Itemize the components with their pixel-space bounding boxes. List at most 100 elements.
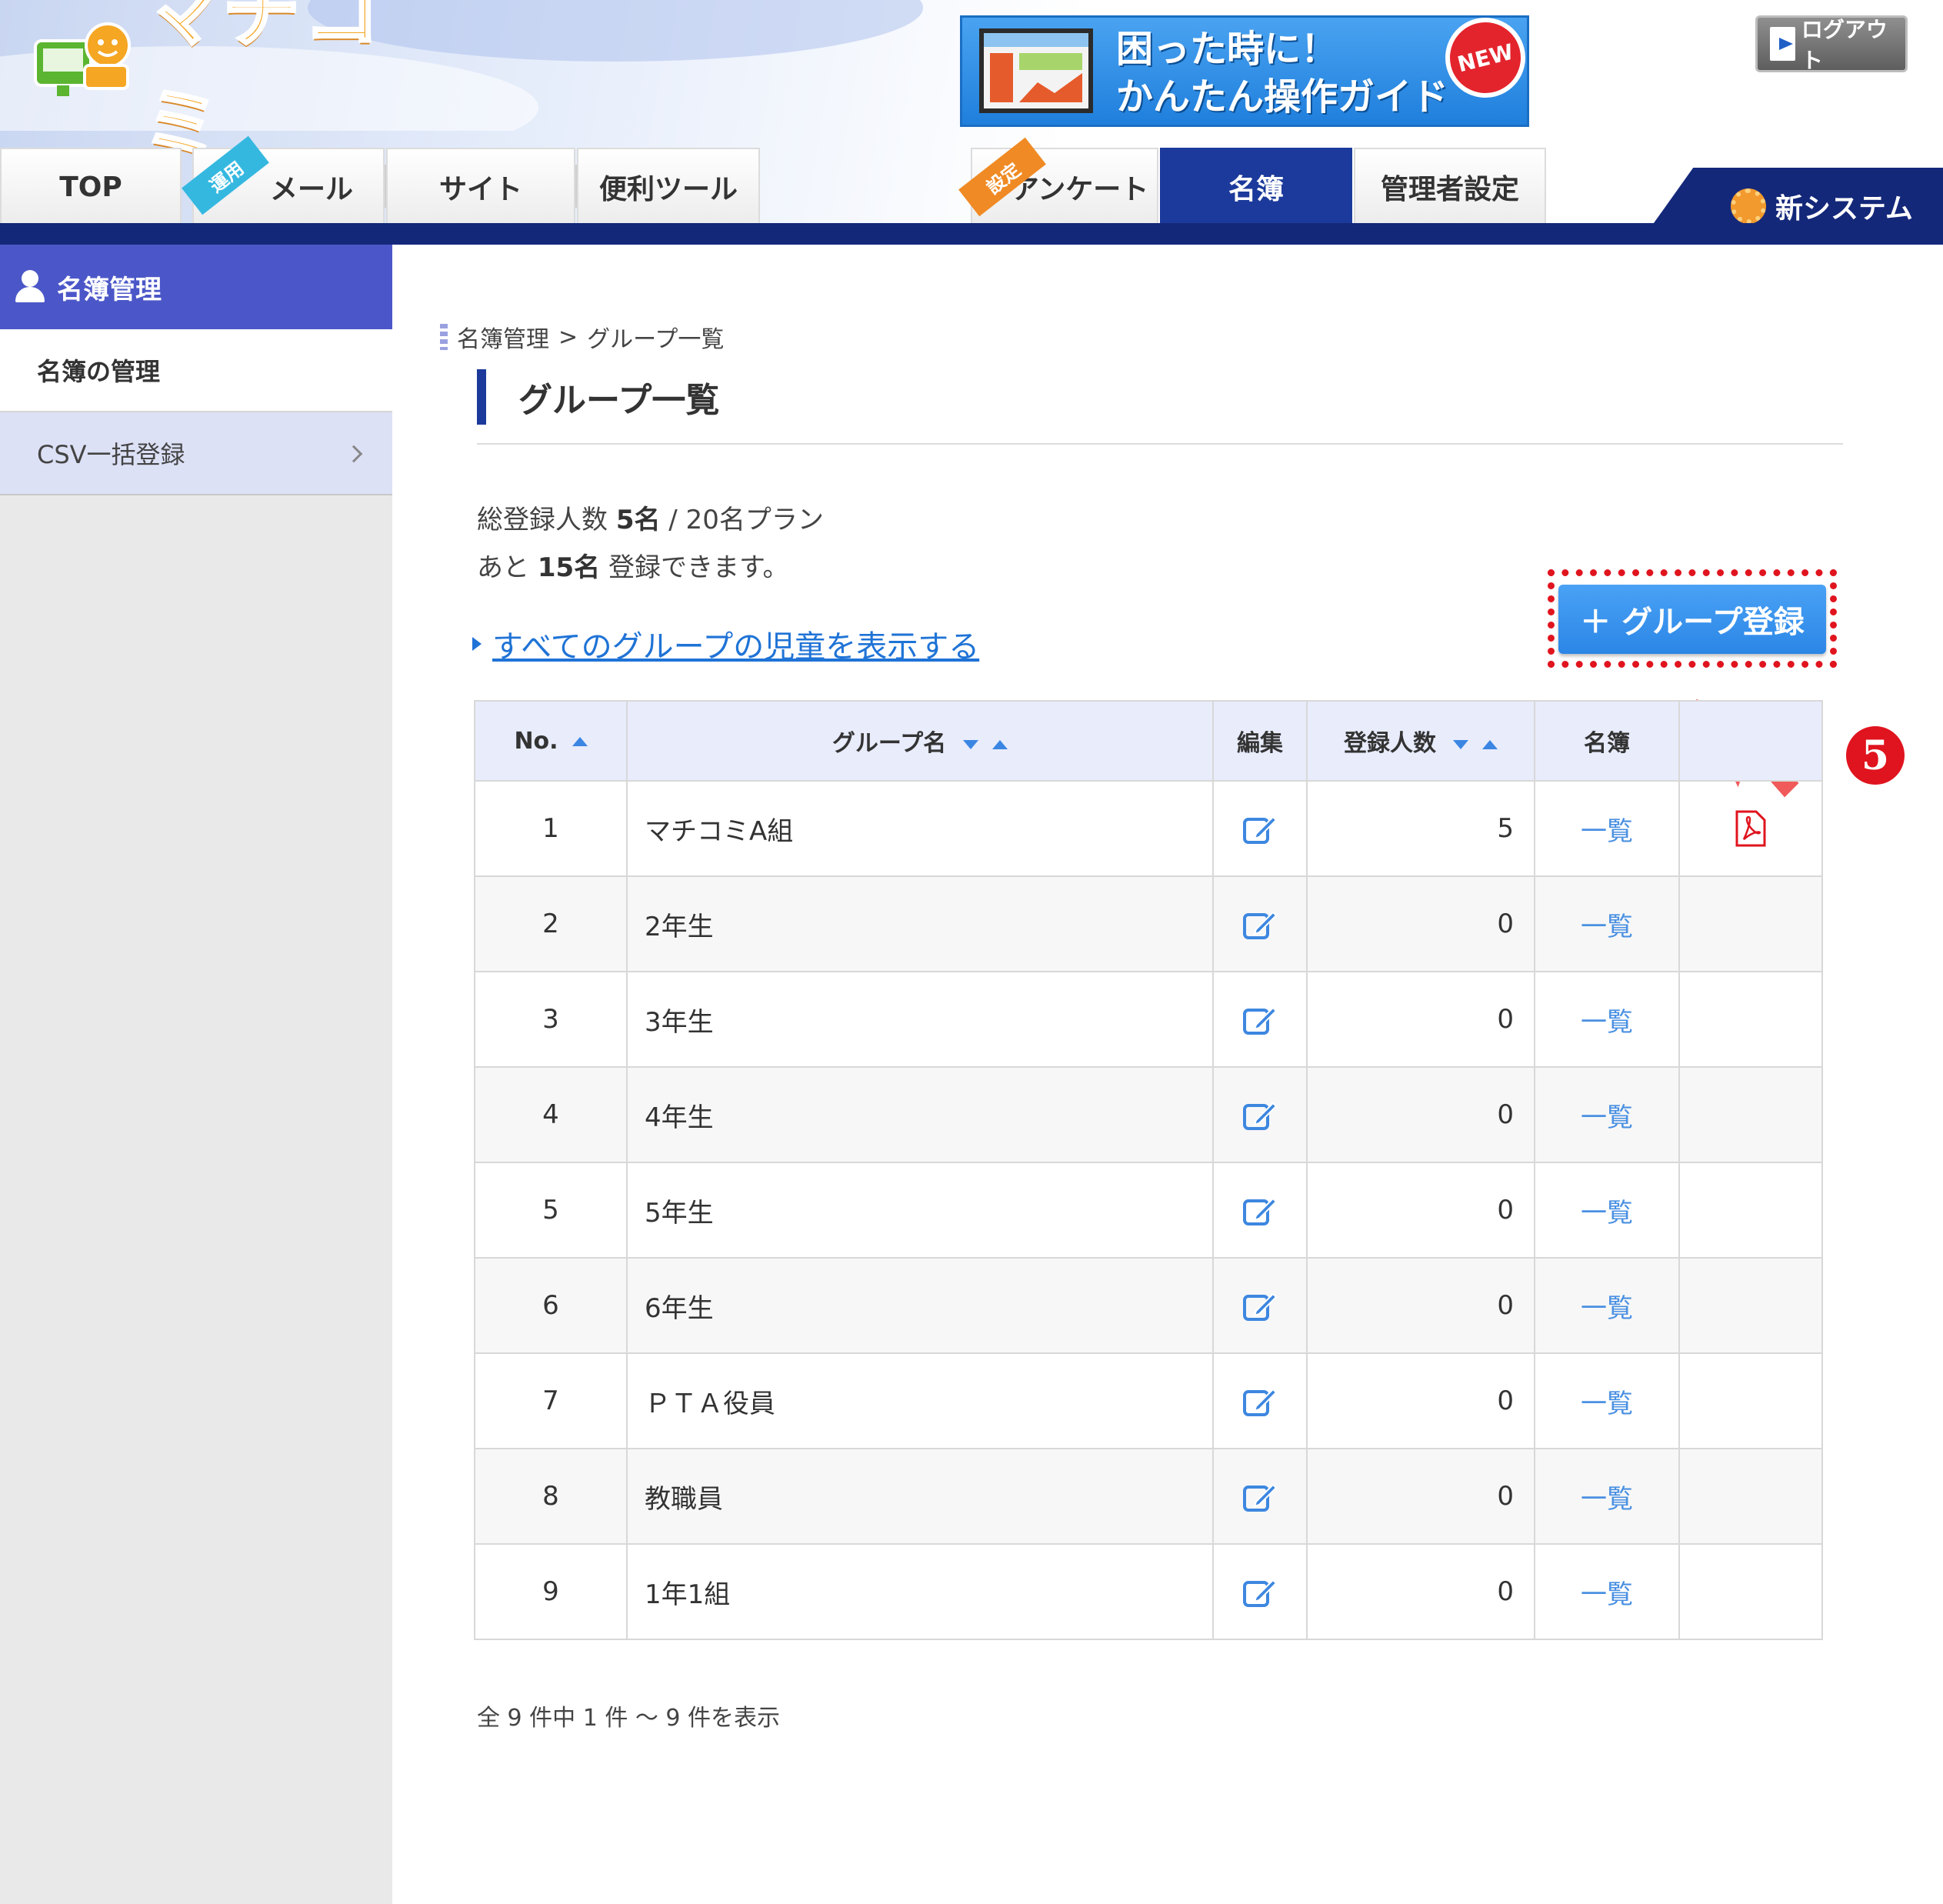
sort-down-icon[interactable]	[963, 739, 979, 749]
monitor-icon	[979, 28, 1093, 113]
add-group-label: ＋ グループ登録	[1580, 605, 1805, 640]
header-group-name[interactable]: グループ名	[626, 700, 1214, 782]
breadcrumb-current: グループ一覧	[587, 326, 725, 353]
remaining-value: 15名	[537, 552, 601, 583]
cell-group-name: 1年1組	[626, 1543, 1214, 1640]
cell-group-name: 2年生	[626, 875, 1214, 972]
roster-list-link[interactable]: 一覧	[1534, 971, 1680, 1068]
tab-tools[interactable]: 便利ツール	[577, 148, 760, 225]
tab-roster[interactable]: 名簿	[1160, 148, 1352, 225]
header-no[interactable]: No.	[474, 700, 628, 782]
show-all-groups-link[interactable]: すべてのグループの児童を表示する	[472, 622, 979, 666]
roster-list-link[interactable]: 一覧	[1534, 875, 1680, 972]
sort-up-icon[interactable]	[572, 737, 588, 746]
cell-file	[1678, 1448, 1823, 1545]
chevron-right-icon	[345, 445, 363, 463]
table-row: 2 2年生 0 一覧	[474, 875, 1823, 972]
count-prefix: 総登録人数	[477, 505, 608, 535]
page-title: グループ一覧	[477, 369, 719, 425]
sidebar-header: 名簿管理	[0, 245, 392, 329]
cell-group-name: マチコミA組	[626, 780, 1214, 877]
roster-list-link[interactable]: 一覧	[1534, 1448, 1680, 1545]
roster-list-link[interactable]: 一覧	[1534, 1066, 1680, 1163]
group-table: No. グループ名 編集 登録人数 名簿 1 マチコミA組 5 一覧 2 2年生 0 一覧 3 3…	[474, 700, 1823, 1640]
step-number-badge: 5	[1846, 726, 1905, 785]
cell-group-name: 5年生	[626, 1162, 1214, 1259]
header: マチコミ 困った時に！ かんたん操作ガイド NEW ログアウト TOP メール …	[0, 0, 1943, 245]
table-row: 9 1年1組 0 一覧	[474, 1543, 1823, 1640]
sidebar: 名簿管理 名簿の管理 CSV一括登録	[0, 245, 392, 1904]
cell-no: 1	[474, 780, 628, 877]
cell-member-count: 0	[1306, 1448, 1535, 1545]
breadcrumb-marker	[440, 324, 448, 350]
nav-bar	[0, 223, 1931, 245]
cell-edit[interactable]	[1212, 1448, 1308, 1545]
cell-no: 8	[474, 1448, 628, 1545]
cell-member-count: 0	[1306, 1066, 1535, 1163]
table-row: 6 6年生 0 一覧	[474, 1257, 1823, 1354]
cell-group-name: 4年生	[626, 1066, 1214, 1163]
edit-icon	[1243, 815, 1278, 844]
cell-no: 2	[474, 875, 628, 972]
tab-label: TOP	[59, 171, 122, 203]
cell-group-name: 教職員	[626, 1448, 1214, 1545]
tab-site[interactable]: サイト	[386, 148, 575, 225]
cell-member-count: 0	[1306, 1352, 1535, 1449]
cell-edit[interactable]	[1212, 971, 1308, 1068]
registration-count: 総登録人数 5名 / 20名プラン	[477, 499, 824, 536]
sidebar-item-csv-import[interactable]: CSV一括登録	[0, 412, 392, 495]
cell-file	[1678, 1162, 1823, 1259]
roster-list-link[interactable]: 一覧	[1534, 1352, 1680, 1449]
cell-no: 4	[474, 1066, 628, 1163]
table-row: 3 3年生 0 一覧	[474, 971, 1823, 1068]
cell-edit[interactable]	[1212, 1162, 1308, 1259]
breadcrumb-parent[interactable]: 名簿管理	[457, 320, 549, 354]
cell-member-count: 0	[1306, 1162, 1535, 1259]
tab-label: 管理者設定	[1380, 174, 1519, 205]
sort-up-icon[interactable]	[992, 739, 1008, 749]
roster-list-link[interactable]: 一覧	[1534, 1543, 1680, 1640]
roster-list-link[interactable]: 一覧	[1534, 780, 1680, 877]
cell-no: 5	[474, 1162, 628, 1259]
sort-up-icon[interactable]	[1482, 739, 1498, 749]
header-roster: 名簿	[1534, 700, 1680, 782]
count-plan: / 20名プラン	[668, 505, 824, 535]
guide-banner[interactable]: 困った時に！ かんたん操作ガイド NEW	[960, 8, 1535, 127]
guide-banner-text: 困った時に！ かんたん操作ガイド	[1116, 25, 1455, 121]
tab-top[interactable]: TOP	[0, 148, 182, 225]
cell-file	[1678, 971, 1823, 1068]
sidebar-item-label: 名簿の管理	[37, 357, 161, 386]
cell-edit[interactable]	[1212, 1352, 1308, 1449]
table-body: 1 マチコミA組 5 一覧 2 2年生 0 一覧 3 3年生 0 一覧 4 4年生 0 一覧 5 5年生 0 一覧 6 6…	[474, 780, 1823, 1640]
cell-edit[interactable]	[1212, 1066, 1308, 1163]
edit-icon	[1243, 1006, 1278, 1035]
pdf-icon[interactable]	[1735, 810, 1767, 847]
roster-list-link[interactable]: 一覧	[1534, 1162, 1680, 1259]
logout-button[interactable]: ログアウト	[1755, 15, 1908, 73]
header-label: 名簿	[1584, 730, 1630, 757]
add-group-button[interactable]: ＋ グループ登録	[1558, 585, 1826, 654]
roster-list-link[interactable]: 一覧	[1534, 1257, 1680, 1354]
logout-label: ログアウト	[1801, 17, 1888, 73]
edit-icon	[1243, 1102, 1278, 1130]
tab-admin-settings[interactable]: 管理者設定	[1354, 148, 1546, 225]
cell-no: 7	[474, 1352, 628, 1449]
table-row: 7 ＰＴＡ役員 0 一覧	[474, 1352, 1823, 1449]
logo[interactable]: マチコミ	[31, 0, 431, 171]
table-header-row: No. グループ名 編集 登録人数 名簿	[474, 700, 1823, 782]
cell-edit[interactable]	[1212, 1257, 1308, 1354]
link-triangle-icon	[472, 637, 482, 651]
cell-edit[interactable]	[1212, 1543, 1308, 1640]
edit-icon	[1243, 1292, 1278, 1321]
show-all-groups-label: すべてのグループの児童を表示する	[492, 629, 980, 665]
sidebar-header-label: 名簿管理	[57, 274, 162, 305]
sidebar-item-roster-management[interactable]: 名簿の管理	[0, 329, 392, 412]
cell-edit[interactable]	[1212, 780, 1308, 877]
cell-member-count: 0	[1306, 1543, 1535, 1640]
header-member-count[interactable]: 登録人数	[1306, 700, 1535, 782]
sort-down-icon[interactable]	[1453, 739, 1468, 749]
tab-label: 名簿	[1228, 174, 1284, 205]
cell-no: 3	[474, 971, 628, 1068]
gear-icon	[1731, 188, 1766, 224]
cell-edit[interactable]	[1212, 875, 1308, 972]
